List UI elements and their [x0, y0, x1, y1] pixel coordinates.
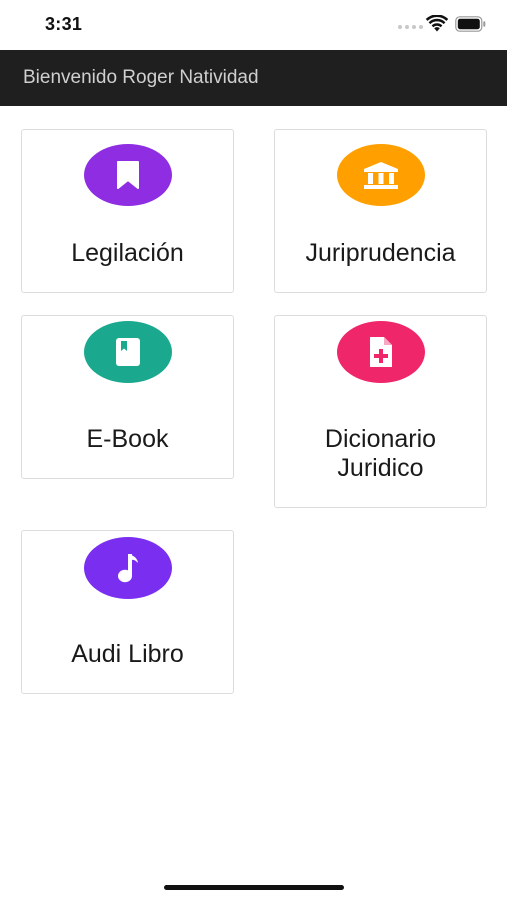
home-indicator[interactable]: [164, 885, 344, 890]
bookmark-icon: [84, 144, 172, 206]
tile-label: E-Book: [86, 425, 169, 453]
wifi-icon: [426, 15, 448, 32]
tile-label: Legilación: [71, 239, 184, 267]
music-note-icon: [84, 537, 172, 599]
tile-label: Audi Libro: [71, 640, 184, 668]
file-add-icon: [337, 321, 425, 383]
tile-label: Dicionario Juridico: [324, 425, 437, 482]
tile-jurisprudencia[interactable]: Juriprudencia: [274, 129, 487, 293]
battery-icon: [455, 16, 486, 32]
app-screen: 3:31 Bienvenido Roger Natividad Legilaci…: [0, 0, 507, 900]
app-header: Bienvenido Roger Natividad: [0, 50, 507, 106]
signal-dots-icon: [398, 25, 423, 29]
status-time: 3:31: [45, 14, 83, 34]
tile-audiolibro[interactable]: Audi Libro: [21, 530, 234, 694]
tile-ebook[interactable]: E-Book: [21, 315, 234, 479]
welcome-title: Bienvenido Roger Natividad: [23, 67, 259, 88]
tile-diccionario[interactable]: Dicionario Juridico: [274, 315, 487, 508]
tile-label: Juriprudencia: [305, 239, 456, 267]
institution-icon: [337, 144, 425, 206]
book-icon: [84, 321, 172, 383]
status-bar: 3:31: [0, 0, 507, 50]
tile-legislacion[interactable]: Legilación: [21, 129, 234, 293]
